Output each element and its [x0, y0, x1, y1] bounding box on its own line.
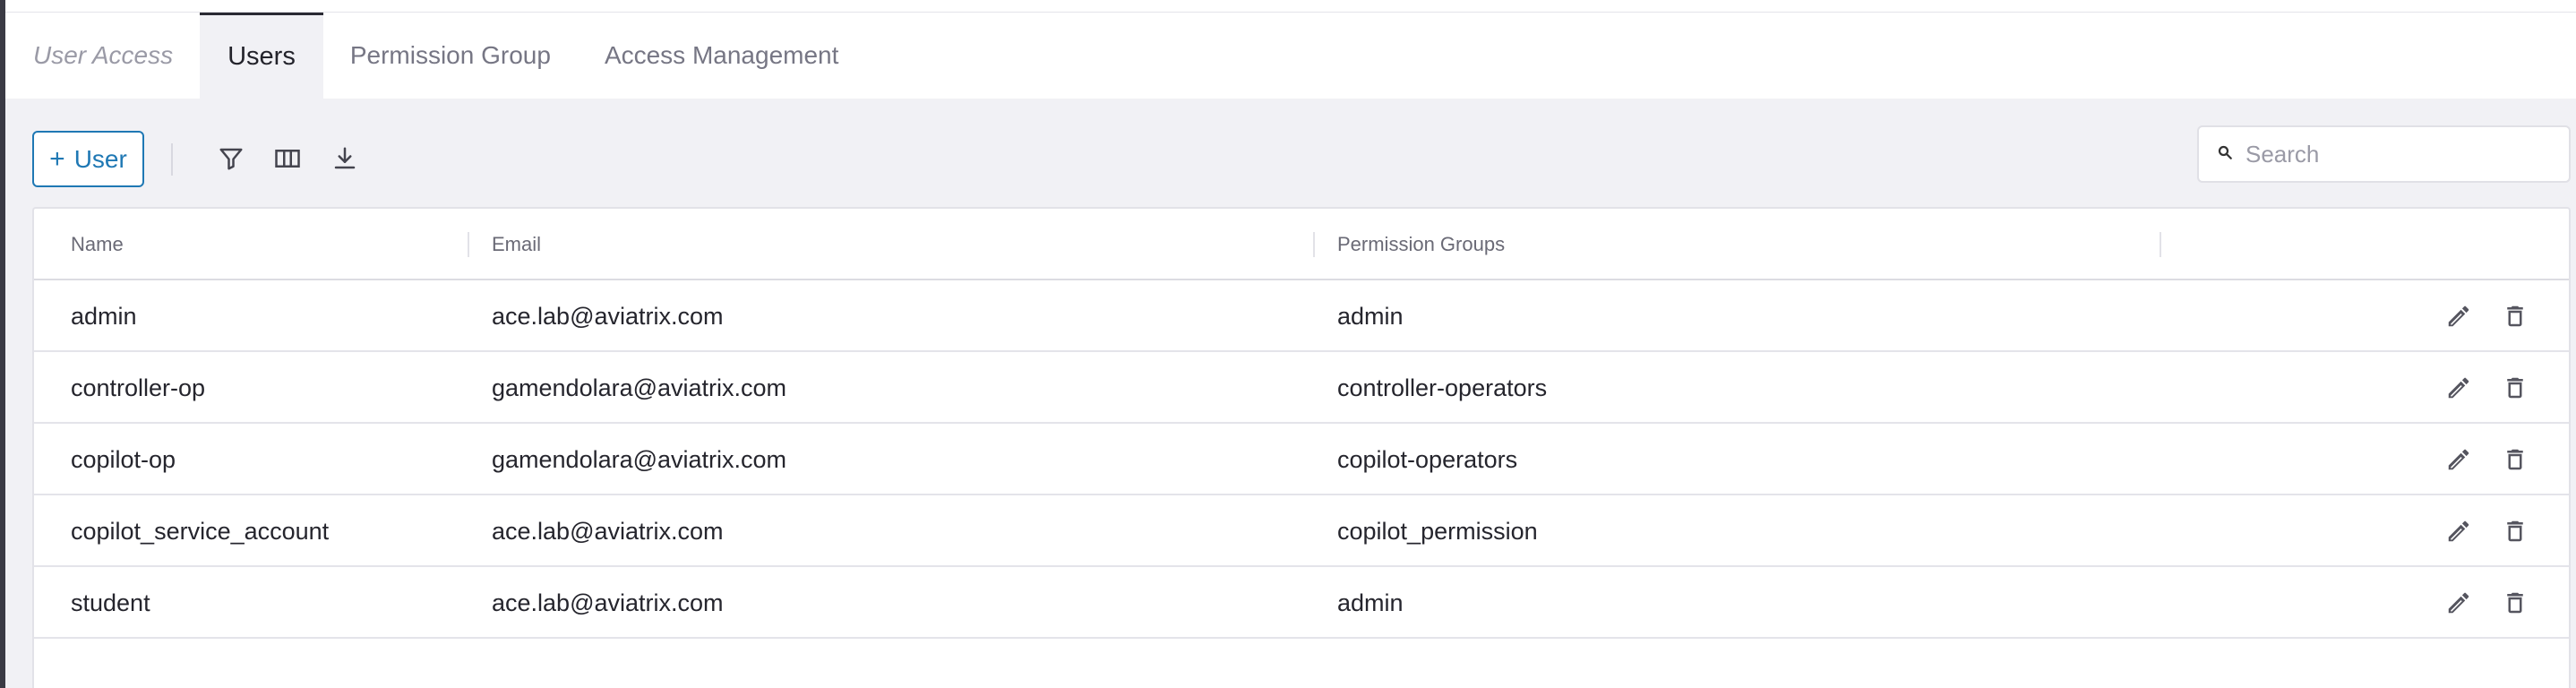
edit-icon[interactable] [2439, 512, 2478, 551]
search-field[interactable] [2197, 125, 2571, 183]
table-row[interactable]: copilot_service_account ace.lab@aviatrix… [34, 495, 2569, 567]
table-row[interactable]: copilot-op gamendolara@aviatrix.com copi… [34, 424, 2569, 495]
cell-email: gamendolara@aviatrix.com [492, 445, 787, 473]
cell-email: gamendolara@aviatrix.com [492, 374, 787, 401]
column-separator [2160, 232, 2161, 257]
delete-icon[interactable] [2495, 583, 2535, 623]
filter-icon[interactable] [211, 139, 251, 178]
delete-icon[interactable] [2495, 512, 2535, 551]
delete-icon[interactable] [2495, 368, 2535, 408]
search-icon [2217, 144, 2233, 165]
cell-email: ace.lab@aviatrix.com [492, 589, 724, 616]
search-input[interactable] [2245, 140, 2550, 168]
cell-email: ace.lab@aviatrix.com [492, 517, 724, 545]
tab-user-access[interactable]: User Access [5, 13, 200, 99]
table-row[interactable]: admin ace.lab@aviatrix.com admin [34, 280, 2569, 352]
edit-icon[interactable] [2439, 583, 2478, 623]
edit-icon[interactable] [2439, 368, 2478, 408]
cell-name: copilot_service_account [71, 517, 330, 545]
columns-icon[interactable] [268, 139, 307, 178]
delete-icon[interactable] [2495, 440, 2535, 479]
plus-icon: + [49, 143, 65, 174]
add-user-button[interactable]: + User [32, 131, 144, 187]
column-separator [1313, 232, 1315, 257]
users-table: Name Email Permission Groups admin ace.l… [32, 207, 2571, 688]
cell-permission-groups: controller-operators [1337, 374, 1548, 401]
tab-users[interactable]: Users [200, 13, 323, 99]
tab-permission-group[interactable]: Permission Group [323, 13, 578, 99]
table-header: Name Email Permission Groups [34, 209, 2569, 280]
cell-name: copilot-op [71, 445, 176, 473]
table-row[interactable]: controller-op gamendolara@aviatrix.com c… [34, 352, 2569, 424]
cell-email: ace.lab@aviatrix.com [492, 302, 724, 330]
column-header-name[interactable]: Name [71, 209, 124, 280]
toolbar-divider [171, 143, 173, 176]
cell-permission-groups: copilot-operators [1337, 445, 1518, 473]
column-header-email[interactable]: Email [492, 209, 541, 280]
column-separator [468, 232, 469, 257]
column-header-permission-groups[interactable]: Permission Groups [1337, 209, 1505, 280]
cell-name: admin [71, 302, 137, 330]
cell-permission-groups: admin [1337, 302, 1404, 330]
download-icon[interactable] [325, 139, 365, 178]
cell-name: student [71, 589, 150, 616]
cell-permission-groups: copilot_permission [1337, 517, 1538, 545]
table-row[interactable]: student ace.lab@aviatrix.com admin [34, 567, 2569, 639]
edit-icon[interactable] [2439, 440, 2478, 479]
table-body: admin ace.lab@aviatrix.com admin control… [34, 280, 2569, 639]
tab-bar: User Access Users Permission Group Acces… [5, 13, 2576, 99]
users-panel: + User Name [5, 99, 2576, 688]
edit-icon[interactable] [2439, 297, 2478, 336]
cell-name: controller-op [71, 374, 206, 401]
cell-permission-groups: admin [1337, 589, 1404, 616]
add-user-label: User [73, 144, 127, 173]
tab-access-management[interactable]: Access Management [578, 13, 865, 99]
delete-icon[interactable] [2495, 297, 2535, 336]
